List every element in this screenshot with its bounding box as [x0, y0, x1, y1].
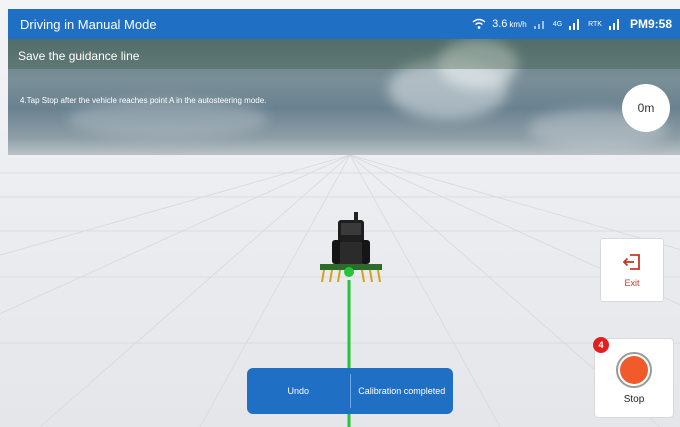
stop-record-icon — [616, 351, 652, 388]
distance-indicator: 0m — [622, 84, 670, 132]
guidance-header: Save the guidance line — [8, 39, 680, 69]
calibration-completed-button[interactable]: Calibration completed — [351, 368, 454, 414]
rtk-signal-icon — [608, 18, 622, 30]
guidance-panel: Save the guidance line 4.Tap Stop after … — [8, 39, 680, 155]
clock: PM9:58 — [629, 17, 672, 31]
exit-icon — [622, 253, 642, 273]
speed-unit: km/h — [509, 19, 527, 29]
exit-label: Exit — [624, 277, 640, 288]
status-bar: Driving in Manual Mode 3.6 km/h 4G RTK P… — [8, 9, 680, 39]
action-bar: Undo Calibration completed — [247, 368, 453, 414]
signal-weak-icon — [533, 19, 547, 29]
network-label: 4G — [552, 20, 563, 28]
rtk-label: RTK — [588, 20, 602, 28]
wifi-icon — [472, 18, 486, 30]
cellular-signal-icon — [568, 18, 582, 30]
step-badge: 4 — [593, 337, 609, 353]
speed-value: 3.6 — [492, 18, 508, 30]
guidance-instruction: 4.Tap Stop after the vehicle reaches poi… — [20, 96, 267, 105]
undo-button[interactable]: Undo — [247, 368, 350, 414]
exit-button[interactable]: Exit — [600, 238, 664, 302]
stop-button[interactable]: 4 Stop — [593, 337, 674, 418]
mode-title: Driving in Manual Mode — [20, 16, 157, 32]
tractor-icon — [320, 212, 382, 283]
stop-label: Stop — [623, 393, 645, 405]
